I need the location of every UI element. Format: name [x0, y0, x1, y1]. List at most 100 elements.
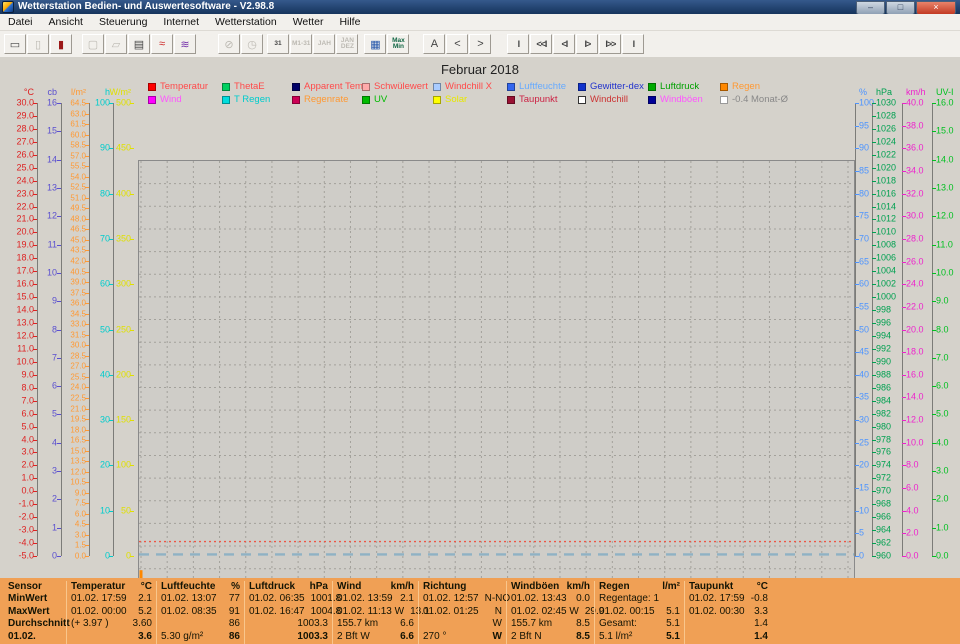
calendar-month-button[interactable]: M1-31 — [290, 34, 312, 54]
axis-tick — [85, 430, 89, 431]
close-button[interactable]: × — [916, 1, 956, 15]
report-button[interactable]: ▢ — [82, 34, 104, 54]
legend-color-box — [578, 83, 586, 91]
fast-forward-button[interactable]: I>> — [599, 34, 621, 54]
legend-color-box — [148, 83, 156, 91]
legend-taupunkt[interactable]: Taupunkt — [507, 95, 558, 105]
legend-color-box — [720, 83, 728, 91]
axis-tick-label: 9.0 — [0, 488, 86, 497]
save-button[interactable]: ▮ — [50, 34, 72, 54]
first-button[interactable]: I — [507, 34, 529, 54]
axis-tick — [85, 166, 89, 167]
calendar-day-button[interactable]: 31 — [267, 34, 289, 54]
stats-cell: 01.02. 00:005.2 — [71, 606, 152, 618]
legend-temperatur[interactable]: Temperatur — [148, 82, 208, 92]
legend-windchill-x[interactable]: Windchill X — [433, 82, 492, 92]
font-button[interactable]: A — [423, 34, 445, 54]
chart-button[interactable]: ≈ — [151, 34, 173, 54]
menu-item-wetterstation[interactable]: Wetterstation — [207, 15, 285, 30]
legend-gewitter-dex[interactable]: Gewitter-dex — [578, 82, 644, 92]
axis-tick-label: 26.0 — [906, 257, 924, 266]
maxmin-table-button[interactable]: Max Min — [387, 34, 409, 54]
menu-item-ansicht[interactable]: Ansicht — [41, 15, 91, 30]
connect-button[interactable]: ▭ — [4, 34, 26, 54]
table-button[interactable]: ▦ — [364, 34, 386, 54]
axis-line — [872, 103, 873, 556]
next-button[interactable]: > — [469, 34, 491, 54]
legend-label: Windchill X — [445, 82, 492, 92]
axis-tick — [872, 142, 876, 143]
stats-column-unit: km/h — [567, 581, 590, 593]
axis-tick — [902, 465, 906, 466]
axis-tick — [872, 310, 876, 311]
plot-area[interactable] — [138, 160, 855, 615]
legend-color-box — [362, 83, 370, 91]
calendar-year-button[interactable]: JAH — [313, 34, 335, 54]
axis-tick — [130, 465, 134, 466]
stats-cell-text: 01.02. 08:35 — [161, 606, 217, 618]
axis-tick — [872, 414, 876, 415]
axis-tick — [932, 443, 936, 444]
legend-luftdruck[interactable]: Luftdruck — [648, 82, 699, 92]
menu-item-steuerung[interactable]: Steuerung — [91, 15, 155, 30]
axis-tick — [902, 284, 906, 285]
axis-tick — [872, 543, 876, 544]
axis-tick-label: 1014 — [876, 202, 896, 211]
legend--0-4-monat-[interactable]: -0.4 Monat-Ø — [720, 95, 788, 105]
legend-wind[interactable]: Wind — [148, 95, 182, 105]
chart-multi-button[interactable]: ≋ — [174, 34, 196, 54]
legend-windb-en[interactable]: Windböen — [648, 95, 703, 105]
stats-cell-value: 86 — [229, 618, 240, 630]
stats-row-label: MinWert — [8, 593, 62, 605]
calendar-jandez-button[interactable]: JAN DEZ — [336, 34, 358, 54]
legend-uv[interactable]: UV — [362, 95, 387, 105]
legend-schw-lewert[interactable]: Schwülewert — [362, 82, 428, 92]
axis-tick — [85, 524, 89, 525]
zoom-button[interactable]: ⊘ — [218, 34, 240, 54]
clock-button[interactable]: ◷ — [241, 34, 263, 54]
save-gray-button[interactable]: ▯ — [27, 34, 49, 54]
axis-tick-label: 976 — [876, 448, 891, 457]
axis-tick-label: 2.0 — [936, 495, 949, 504]
edit-button[interactable]: ▱ — [105, 34, 127, 54]
legend-regen[interactable]: Regen — [720, 82, 760, 92]
stats-cell: 01.02. 01:25N — [423, 606, 502, 618]
legend-regenrate[interactable]: Regenrate — [292, 95, 348, 105]
axis-tick — [85, 535, 89, 536]
axis-tick-label: 12.0 — [936, 212, 954, 221]
minimize-button[interactable]: – — [856, 1, 885, 15]
axis-tick-label: 1000 — [876, 293, 896, 302]
axis-tick — [902, 216, 906, 217]
forward-button[interactable]: I> — [576, 34, 598, 54]
stats-cell-text: 01.02. 00:15 — [599, 606, 655, 618]
legend-t-regen[interactable]: T Regen — [222, 95, 270, 105]
chart-area: Februar 2018 TemperaturThetaEApparent Te… — [0, 57, 960, 578]
axis-tick — [872, 349, 876, 350]
legend-luftfeuchte[interactable]: Luftfeuchte — [507, 82, 566, 92]
legend-thetae[interactable]: ThetaE — [222, 82, 265, 92]
prev-button[interactable]: < — [446, 34, 468, 54]
maximize-button[interactable]: □ — [886, 1, 915, 15]
stats-cell: Gesamt:5.1 — [599, 618, 680, 630]
axis-tick-label: 1.0 — [936, 523, 949, 532]
axis-tick — [872, 207, 876, 208]
menu-item-hilfe[interactable]: Hilfe — [331, 15, 368, 30]
stats-cell: 3.6 — [71, 631, 152, 643]
print-button[interactable]: ▤ — [128, 34, 150, 54]
stats-column-name: Luftfeuchte — [161, 581, 215, 593]
legend-solar[interactable]: Solar — [433, 95, 467, 105]
axis-tick — [872, 168, 876, 169]
stats-cell-value: 5.1 — [666, 606, 680, 618]
axis-tick — [902, 511, 906, 512]
menu-item-datei[interactable]: Datei — [0, 15, 41, 30]
axis-tick-label: 60.0 — [0, 130, 86, 139]
last-button[interactable]: I — [622, 34, 644, 54]
menu-item-wetter[interactable]: Wetter — [285, 15, 332, 30]
fast-back-button[interactable]: <<I — [530, 34, 552, 54]
axis-tick — [872, 478, 876, 479]
legend-windchill[interactable]: Windchill — [578, 95, 628, 105]
axis-tick — [872, 258, 876, 259]
legend-apparent-tem[interactable]: Apparent Tem — [292, 82, 363, 92]
back-button[interactable]: <I — [553, 34, 575, 54]
menu-item-internet[interactable]: Internet — [155, 15, 207, 30]
